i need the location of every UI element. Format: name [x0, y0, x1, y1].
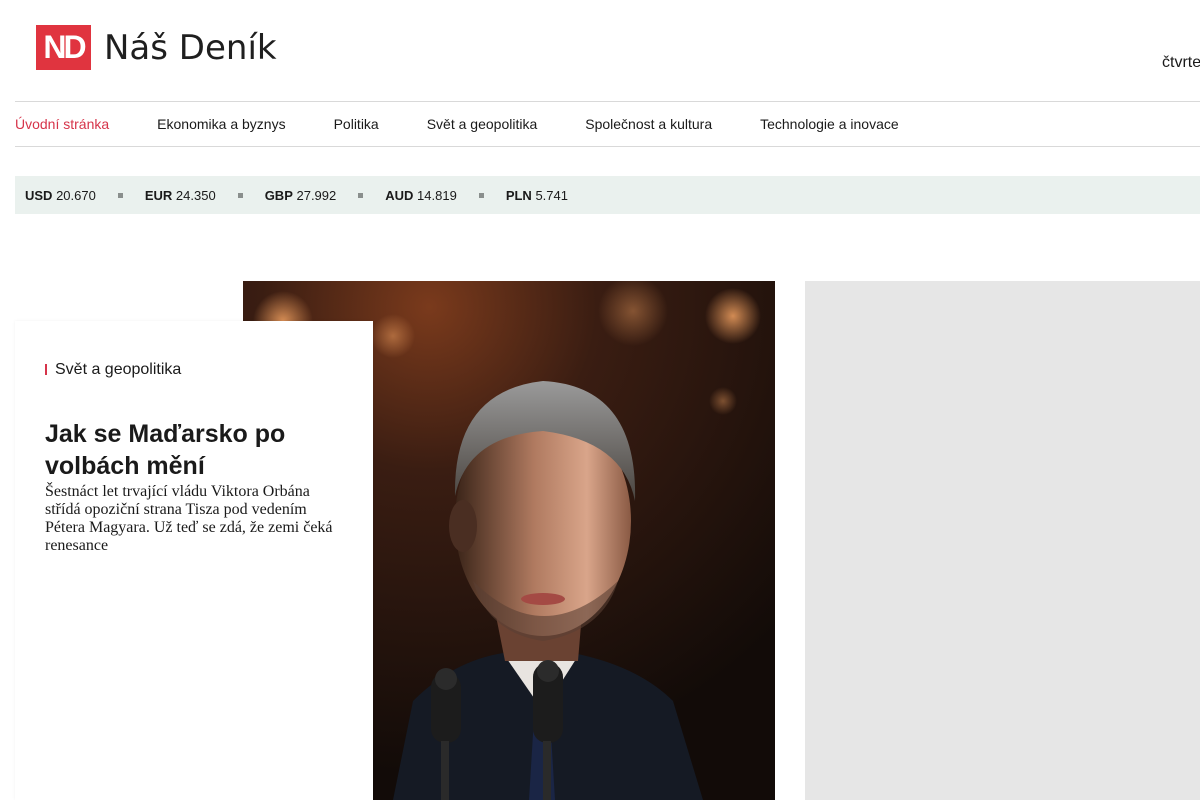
currency-separator: [117, 192, 123, 198]
nav-item-politics[interactable]: Politika: [334, 116, 379, 132]
currency-code: EUR: [144, 187, 173, 203]
nav-item-society[interactable]: Společnost a kultura: [585, 116, 712, 132]
currency-usd: USD 20.670: [25, 188, 96, 203]
currency-separator: [237, 192, 243, 198]
currency-pln: PLN 5.741: [506, 188, 568, 203]
currency-value: 20.670: [56, 187, 96, 203]
currency-code: GBP: [264, 187, 293, 203]
logo-mark[interactable]: ND: [36, 25, 91, 70]
article-category[interactable]: Svět a geopolitika: [45, 361, 181, 379]
category-marker: [45, 364, 47, 375]
nav-item-economy[interactable]: Ekonomika a byznys: [157, 116, 285, 132]
nav-item-technology[interactable]: Technologie a inovace: [760, 116, 899, 132]
currency-separator: [478, 192, 484, 198]
currency-value: 14.819: [417, 187, 457, 203]
article-title[interactable]: Jak se Maďarsko po volbách mění: [45, 418, 345, 482]
nav-item-world[interactable]: Svět a geopolitika: [427, 116, 538, 132]
currency-separator: [358, 192, 364, 198]
article-perex: Šestnáct let trvající vládu Viktora Orbá…: [45, 483, 333, 554]
site-header: ND Náš Deník čtvrte: [0, 0, 1200, 101]
main-navigation: Úvodní stránka Ekonomika a byznys Politi…: [15, 101, 1200, 147]
currency-eur: EUR 24.350: [145, 188, 216, 203]
currency-ticker: USD 20.670 EUR 24.350 GBP 27.992 AUD 14.…: [15, 176, 1200, 214]
currency-value: 5.741: [535, 187, 568, 203]
currency-code: AUD: [385, 187, 414, 203]
currency-code: USD: [25, 187, 53, 203]
site-logo-text[interactable]: Náš Deník: [104, 27, 277, 69]
article-category-label: Svět a geopolitika: [55, 361, 182, 378]
nav-item-home[interactable]: Úvodní stránka: [15, 116, 109, 132]
ad-placeholder: [805, 281, 1200, 800]
currency-gbp: GBP 27.992: [265, 188, 337, 203]
currency-aud: AUD 14.819: [385, 188, 457, 203]
currency-value: 24.350: [175, 187, 216, 203]
currency-code: PLN: [505, 187, 532, 203]
currency-value: 27.992: [296, 187, 337, 203]
current-date: čtvrte: [1162, 54, 1200, 71]
feature-article-card[interactable]: Svět a geopolitika Jak se Maďarsko po vo…: [15, 321, 373, 800]
